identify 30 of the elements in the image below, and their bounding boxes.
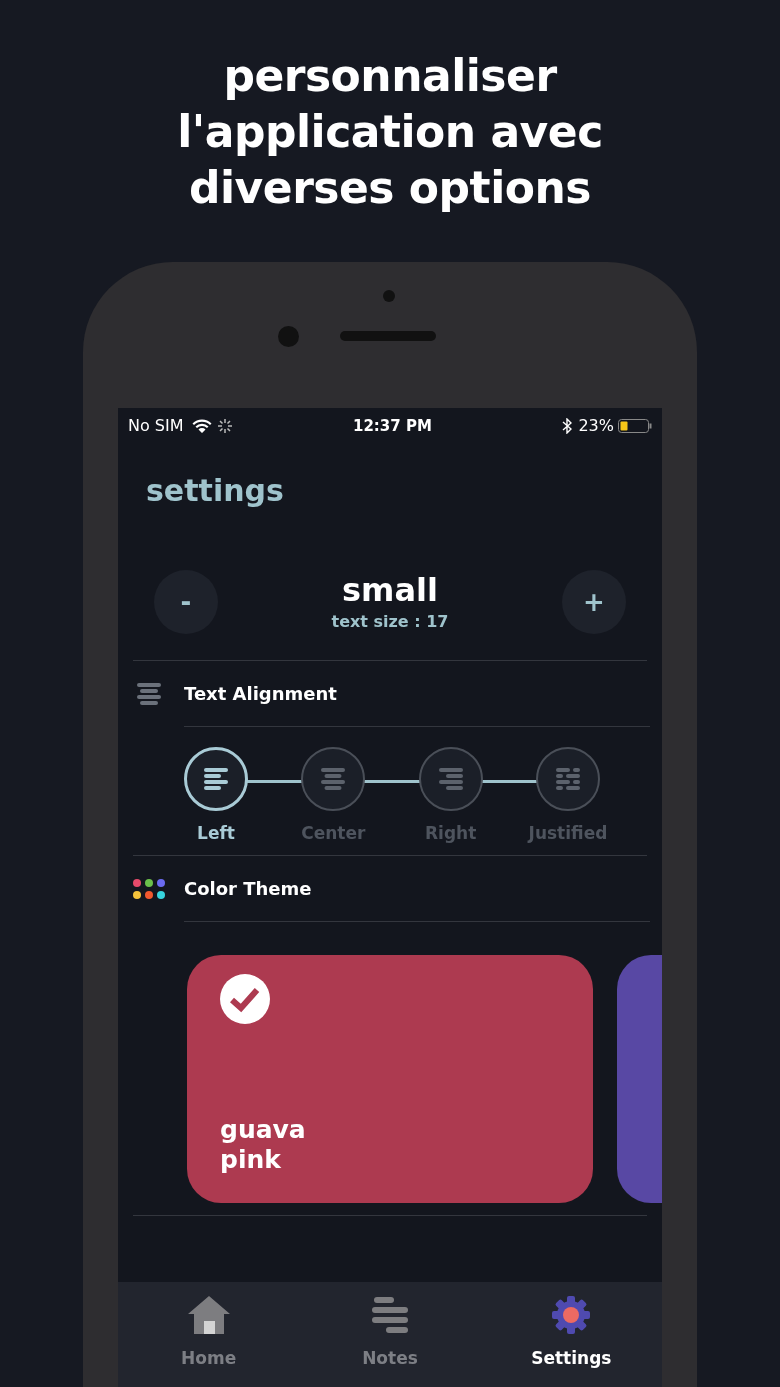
loading-icon <box>217 419 232 433</box>
tab[interactable]: Home <box>118 1282 300 1387</box>
tab[interactable]: Settings <box>480 1282 662 1387</box>
justified-align-icon <box>553 768 583 790</box>
increase-button[interactable]: + <box>562 570 626 634</box>
notes-icon <box>372 1296 408 1334</box>
headline: personnaliser l'application avec diverses options <box>176 49 604 215</box>
section-title: Color Theme <box>184 877 312 901</box>
theme-name: guava pink <box>220 1115 307 1175</box>
theme-card[interactable]: guava pink <box>187 955 593 1203</box>
clock: 12:37 PM <box>353 415 432 437</box>
battery-percent: 23% <box>578 415 614 437</box>
text-size-name: small <box>342 570 438 610</box>
battery-icon <box>618 418 652 434</box>
text-size-reading: text size : 17 <box>331 611 449 633</box>
alignment-label: Left <box>197 822 235 845</box>
section-title: Text Alignment <box>184 682 337 706</box>
home-icon <box>187 1296 230 1334</box>
color-dots-icon <box>132 876 168 901</box>
page-title: settings <box>146 472 285 510</box>
bluetooth-icon <box>562 418 573 434</box>
tab[interactable]: Notes <box>299 1282 481 1387</box>
decrease-button[interactable]: - <box>154 570 218 634</box>
alignment-label: Right <box>425 822 477 845</box>
carrier-label: No SIM <box>128 415 184 437</box>
settings-icon <box>552 1296 591 1334</box>
wifi-icon <box>191 418 212 434</box>
left-align-icon <box>201 768 231 790</box>
alignment-label: Center <box>301 822 366 845</box>
alignment-label: Justified <box>528 822 608 845</box>
